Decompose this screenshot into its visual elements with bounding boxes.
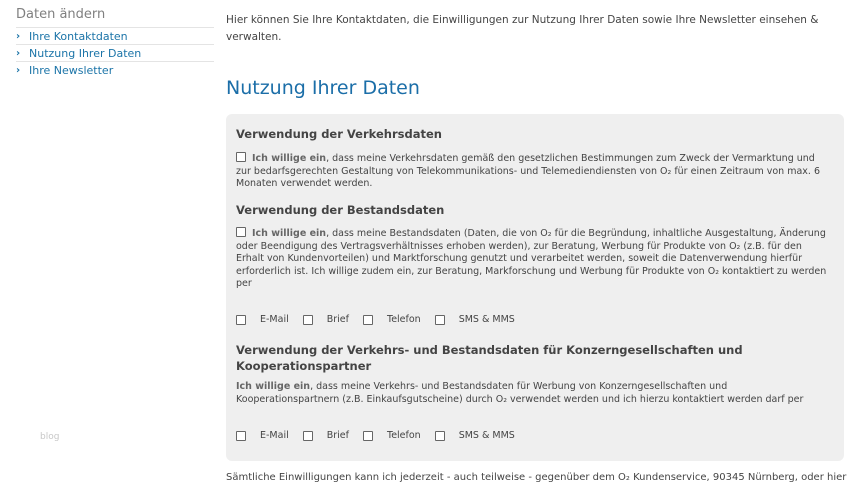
channel-email-option[interactable]: E-Mail [236, 314, 289, 325]
consent-verkehrsdaten-checkbox[interactable] [236, 152, 246, 162]
channel-label: Telefon [387, 314, 421, 325]
sidebar-item-label: Nutzung Ihrer Daten [29, 46, 142, 60]
sidebar-item-label: Ihre Kontaktdaten [29, 29, 128, 43]
channel-label: SMS & MMS [458, 430, 515, 441]
sidebar-item-label: Ihre Newsletter [29, 63, 114, 77]
sidebar-title: Daten ändern [16, 7, 106, 22]
chevron-right-icon: › [16, 64, 21, 76]
consent-konzern: Ich willige ein, dass meine Verkehrs- un… [236, 381, 832, 406]
sidebar-item-kontaktdaten[interactable]: › Ihre Kontaktdaten [16, 27, 214, 44]
chevron-right-icon: › [16, 47, 21, 59]
channel-label: SMS & MMS [458, 314, 515, 325]
consent-bestandsdaten-checkbox[interactable] [236, 227, 246, 237]
consent-bold: Ich willige ein [252, 228, 327, 239]
footer-text: Sämtliche Einwilligungen kann ich jederz… [226, 472, 847, 483]
channel-telefon-checkbox[interactable] [363, 314, 373, 325]
channel-telefon-option[interactable]: Telefon [363, 314, 421, 325]
intro-text: Hier können Sie Ihre Kontaktdaten, die E… [226, 14, 819, 43]
chevron-right-icon: › [16, 30, 21, 42]
channel-telefon-checkbox[interactable] [363, 430, 373, 441]
bestandsdaten-channels: E-Mail Brief Telefon SMS & MMS [236, 314, 529, 325]
sidebar: Daten ändern › Ihre Kontaktdaten › Nutzu… [0, 0, 214, 484]
channel-sms-checkbox[interactable] [434, 430, 445, 441]
channel-sms-checkbox[interactable] [434, 314, 445, 325]
channel-brief-checkbox[interactable] [302, 314, 313, 325]
consent-bestandsdaten: Ich willige ein, dass meine Bestandsdate… [236, 227, 832, 291]
channel-label: Brief [326, 430, 349, 441]
consent-verkehrsdaten: Ich willige ein, dass meine Verkehrsdate… [236, 152, 832, 191]
channel-brief-checkbox[interactable] [302, 430, 313, 441]
consent-panel: Verwendung der Verkehrsdaten Ich willige… [226, 114, 844, 461]
channel-label: Telefon [387, 430, 421, 441]
heading-bestandsdaten: Verwendung der Bestandsdaten [236, 203, 445, 217]
channel-telefon-option[interactable]: Telefon [363, 430, 421, 441]
heading-konzern: Verwendung der Verkehrs- und Bestandsdat… [236, 343, 743, 373]
sidebar-item-nutzung[interactable]: › Nutzung Ihrer Daten [16, 44, 214, 61]
page-title: Nutzung Ihrer Daten [226, 77, 420, 99]
channel-label: E-Mail [260, 430, 289, 441]
blog-label[interactable]: blog [40, 432, 59, 442]
channel-email-checkbox[interactable] [236, 314, 246, 325]
sidebar-nav: › Ihre Kontaktdaten › Nutzung Ihrer Date… [16, 27, 214, 78]
channel-label: Brief [326, 314, 349, 325]
channel-email-option[interactable]: E-Mail [236, 430, 289, 441]
consent-bold: Ich willige ein [236, 381, 311, 392]
channel-label: E-Mail [260, 314, 289, 325]
sidebar-item-newsletter[interactable]: › Ihre Newsletter [16, 61, 214, 78]
consent-bold: Ich willige ein [252, 153, 327, 164]
channel-brief-option[interactable]: Brief [302, 430, 349, 441]
channel-email-checkbox[interactable] [236, 430, 246, 441]
channel-sms-option[interactable]: SMS & MMS [434, 430, 515, 441]
heading-verkehrsdaten: Verwendung der Verkehrsdaten [236, 127, 442, 141]
konzern-channels: E-Mail Brief Telefon SMS & MMS [236, 430, 529, 441]
channel-sms-option[interactable]: SMS & MMS [434, 314, 515, 325]
channel-brief-option[interactable]: Brief [302, 314, 349, 325]
consent-text: , dass meine Verkehrs- und Bestandsdaten… [236, 381, 804, 405]
